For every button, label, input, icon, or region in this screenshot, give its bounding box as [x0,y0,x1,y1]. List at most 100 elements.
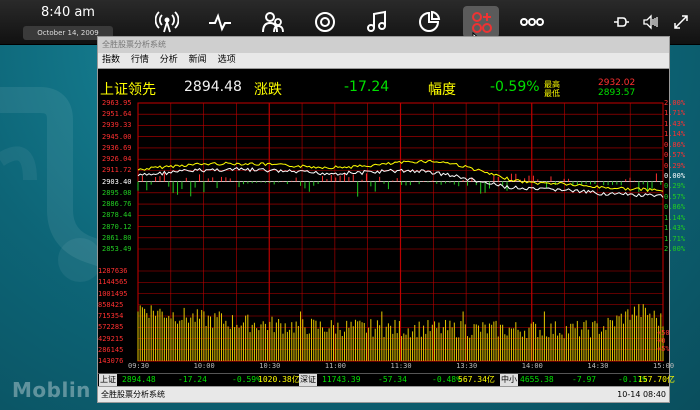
volume-axis-label: 572285 [98,323,124,332]
volume-axis-label: 1287636 [98,267,128,275]
y-axis-label: 2886.76 [102,200,132,209]
y-axis-label: 2963.95 [102,99,132,107]
bottom-status-bar: 全胜股票分析系统 10-14 08:40 [98,386,669,402]
power-icon[interactable] [612,13,630,31]
high-value: 2932.02 [598,78,636,88]
volume-axis-label: 1144565 [98,278,128,287]
x-axis-label: 15:00 [653,362,675,370]
y-axis-percent-label: 1.14% [664,130,686,139]
x-axis-label: 13:30 [456,362,478,370]
change-percent: -0.59% [490,79,540,95]
y-axis-percent-label: 2.00% [664,99,686,107]
menu-bar: 指数 行情 分析 新闻 选项 [98,53,669,69]
y-axis-label: 2903.40 [102,177,132,186]
x-axis-label: 09:30 [128,362,150,370]
clock[interactable]: 8:40 am October 14, 2009 [8,3,128,40]
low-label: 最低 [544,89,560,98]
y-axis-percent-label: 1.43% [664,224,686,233]
sb-idx1-price: 2894.48 [122,375,156,384]
y-axis-label: 2951.64 [102,110,132,119]
change-value: -17.24 [344,79,390,95]
sb-idx2-name[interactable]: 深证 [299,374,317,386]
y-axis-percent-label: 0.86% [664,203,686,212]
menu-index[interactable]: 指数 [102,55,120,65]
menu-options[interactable]: 选项 [218,55,236,65]
sb-idx2-amt: 567.34亿 [458,375,495,384]
y-axis-percent-label: 2.00% [664,245,686,253]
window-title: 全胜股票分析系统 [98,37,669,53]
x-axis-label: 10:30 [259,362,281,370]
y-axis-percent-label: 1.71% [664,109,686,118]
menu-analysis[interactable]: 分析 [160,55,178,65]
people-icon[interactable] [258,8,288,36]
sb-idx3-name[interactable]: 中小 [500,374,518,386]
index-price: 2894.48 [184,79,242,95]
intraday-chart[interactable]: 2963.95 2951.64 2939.33 2945.00 2936.69 2926.… [98,99,685,373]
volume-side-label: +50 [657,329,670,337]
y-axis-label: 2895.08 [102,188,132,197]
y-axis-label: 2926.04 [102,155,132,164]
change-label: 涨跌 [254,82,282,98]
sb-idx1-name[interactable]: 上证 [99,374,117,386]
sb-idx2-price: 11743.39 [322,375,361,384]
sb-idx2-chg: -57.34 [378,375,407,384]
y-axis-label: 2939.33 [102,121,132,130]
stock-app-window: 全胜股票分析系统 指数 行情 分析 新闻 选项 上证领先 2894.48 涨跌 … [97,36,685,403]
y-axis-label: 2945.00 [102,132,132,141]
volume-side-label: +0 [657,337,666,345]
y-axis-percent-label: 0.86% [664,140,686,149]
x-axis-label: 14:30 [587,362,609,370]
y-axis-percent-label: 0.29% [664,161,686,170]
y-axis-percent-label: 1.14% [664,213,686,222]
x-axis-label: 11:30 [390,362,412,370]
volume-icon[interactable] [642,13,660,31]
x-axis-label: 11:00 [324,362,346,370]
app-name-label: 全胜股票分析系统 [101,390,165,399]
sb-idx3-price: 4655.38 [520,375,554,384]
volume-axis-label: 143076 [98,357,124,365]
index-name: 上证领先 [100,82,156,98]
x-axis-label: 10:00 [193,362,215,370]
y-axis-label: 2936.69 [102,143,132,152]
sb-idx3-amt: 157.70亿 [638,375,675,384]
volume-axis-label: 286145 [98,345,124,354]
y-axis-percent-label: 1.43% [664,119,686,128]
volume-side-label: +5% [657,345,670,353]
menu-news[interactable]: 新闻 [189,55,207,65]
y-axis-percent-label: 0.57% [664,151,686,160]
y-axis-label: 2911.72 [102,166,132,175]
status-icon[interactable] [205,8,235,36]
y-axis-label: 2878.44 [102,211,132,220]
x-axis-label: 14:00 [521,362,543,370]
sb-idx1-chg: -17.24 [178,375,207,384]
sb-idx1-pct: -0.59% [232,375,261,384]
sb-idx3-chg: -7.97 [572,375,597,384]
volume-axis-label: 429215 [98,334,124,343]
y-axis-label: 2853.49 [102,245,132,253]
datetime-label: 10-14 08:40 [617,390,666,399]
y-axis-label: 2870.12 [102,222,132,231]
volume-axis-label: 1001495 [98,289,128,298]
pasteboard-icon[interactable] [414,8,444,36]
chart-svg [137,102,664,362]
range-label: 幅度 [428,82,456,98]
media-icon[interactable] [310,8,340,36]
menu-quotes[interactable]: 行情 [131,55,149,65]
zones-icon[interactable] [517,8,547,36]
y-axis-label: 2861.80 [102,233,132,242]
volume-axis-label: 858425 [98,300,124,309]
clock-time: 8:40 am [41,5,95,20]
broadcast-icon[interactable] [152,8,182,36]
y-axis-percent-label: 0.57% [664,192,686,201]
low-value: 2893.57 [598,88,636,98]
quote-info-bar: 上证领先 2894.48 涨跌 -17.24 幅度 -0.59% 最高 最低 2… [98,77,669,99]
y-axis-percent-label: 1.71% [664,234,686,243]
index-status-bar: 上证 2894.48 -17.24 -0.59% 1020.38亿 深证 117… [98,373,675,386]
y-axis-percent-label: 0.29% [664,182,686,191]
music-icon[interactable] [362,8,392,36]
fullscreen-icon[interactable] [672,13,690,31]
sb-idx2-pct: -0.48% [432,375,461,384]
sb-idx1-amt: 1020.38亿 [258,375,300,384]
volume-axis-label: 715354 [98,312,124,320]
y-axis-percent-label: 0.00% [664,172,686,180]
